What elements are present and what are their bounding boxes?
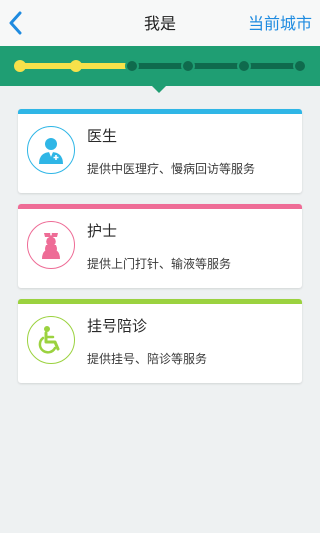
progress-step [70, 60, 82, 72]
progress-indicator [0, 46, 320, 86]
role-description: 提供挂号、陪诊等服务 [87, 352, 208, 366]
progress-pointer [152, 86, 166, 93]
nurse-icon-badge [27, 221, 75, 269]
current-city-button[interactable]: 当前城市 [248, 0, 312, 46]
progress-step [125, 59, 139, 73]
doctor-icon [39, 138, 63, 164]
navigation-bar: 我是 当前城市 [0, 0, 320, 46]
progress-step [14, 60, 26, 72]
card-accent-bar [18, 204, 302, 209]
wheelchair-icon [38, 326, 60, 354]
nurse-icon [42, 233, 60, 259]
doctor-icon-badge [27, 126, 75, 174]
role-title: 医生 [87, 127, 118, 145]
role-title: 挂号陪诊 [87, 317, 148, 335]
role-card-doctor[interactable]: 医生 提供中医理疗、慢病回访等服务 [18, 109, 302, 193]
role-title: 护士 [87, 222, 118, 240]
progress-step [293, 59, 307, 73]
wheelchair-icon-badge [27, 316, 75, 364]
role-card-nurse[interactable]: 护士 提供上门打针、输液等服务 [18, 204, 302, 288]
progress-step [181, 59, 195, 73]
progress-steps [14, 59, 307, 73]
role-card-escort[interactable]: 挂号陪诊 提供挂号、陪诊等服务 [18, 299, 302, 383]
card-accent-bar [18, 109, 302, 114]
role-description: 提供上门打针、输液等服务 [87, 257, 232, 271]
card-accent-bar [18, 299, 302, 304]
role-description: 提供中医理疗、慢病回访等服务 [87, 162, 256, 176]
progress-step [237, 59, 251, 73]
